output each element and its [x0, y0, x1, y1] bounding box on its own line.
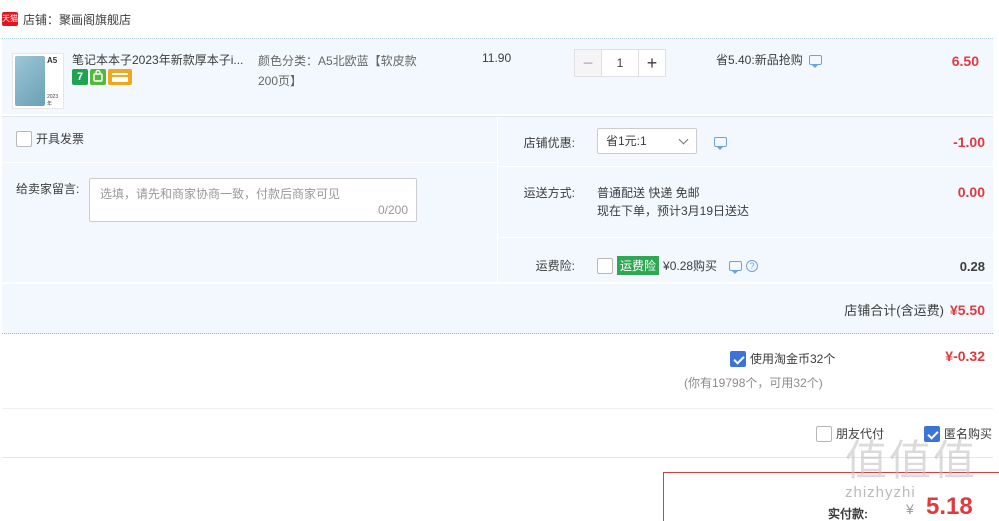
memo-placeholder: 选填，请先和商家协商一致，付款后商家可见 — [100, 187, 341, 201]
shop-header: 天猫 店铺：聚画阁旗舰店 — [0, 0, 999, 38]
tmall-badge-icon: 天猫 — [2, 12, 18, 26]
unit-price: 11.90 — [482, 51, 512, 65]
product-sku: 颜色分类：A5北欧蓝【软皮款200页】 — [258, 54, 417, 88]
quantity-stepper: − 1 + — [574, 49, 666, 77]
insurance-checkbox[interactable] — [597, 257, 613, 274]
memo-char-count: 0/200 — [377, 203, 408, 217]
divider — [2, 162, 496, 163]
product-title-link[interactable]: 笔记本本子2023年新款厚本子i... — [72, 51, 252, 68]
currency-symbol: ¥ — [906, 501, 914, 517]
shop-total-value: ¥5.50 — [949, 302, 985, 318]
invoice-label: 开具发票 — [36, 132, 85, 146]
message-icon[interactable] — [729, 260, 743, 274]
shop-total-row: 店铺合计(含运费) ¥5.50 — [2, 284, 993, 334]
increase-quantity-button[interactable]: + — [638, 49, 666, 77]
payment-label: 实付款: — [828, 507, 868, 521]
shipping-eta: 现在下单，预计3月19日送达 — [597, 204, 750, 218]
guarantee-icon[interactable] — [90, 69, 106, 85]
discount-select[interactable]: 省1元:1 — [597, 128, 697, 154]
shipping-fee: 0.00 — [957, 184, 985, 200]
friend-pay-option[interactable]: 朋友代付 — [816, 425, 884, 442]
friend-pay-checkbox[interactable] — [816, 425, 832, 442]
anonymous-purchase-option[interactable]: 匿名购买 — [924, 425, 992, 442]
payment-options-row: 朋友代付 匿名购买 — [2, 410, 993, 458]
coin-checkbox[interactable] — [730, 350, 746, 367]
order-extras-panel: 开具发票 给卖家留言: 选填，请先和商家协商一致，付款后商家可见 0/200 店… — [2, 116, 993, 283]
chevron-down-icon — [678, 134, 689, 145]
anonymous-checkbox[interactable] — [924, 425, 940, 442]
coin-discount-value: ¥-0.32 — [945, 348, 985, 364]
item-promotion: 省5.40:新品抢购 — [716, 51, 822, 68]
shop-name-link[interactable]: 店铺：聚画阁旗舰店 — [23, 11, 131, 28]
shipping-method: 普通配送 快递 免邮 — [597, 186, 700, 200]
message-icon[interactable] — [714, 137, 727, 150]
anonymous-label: 匿名购买 — [944, 427, 993, 441]
shipping-info: 普通配送 快递 免邮 现在下单，预计3月19日送达 — [597, 184, 749, 220]
shipping-row: 运送方式: 普通配送 快递 免邮 现在下单，预计3月19日送达 0.00 — [498, 168, 993, 238]
payment-total: 5.18 — [926, 493, 973, 520]
invoice-checkbox[interactable] — [16, 130, 32, 147]
promotion-label: 省5.40:新品抢购 — [716, 53, 803, 67]
taobao-coin-row: 使用淘金币32个 (你有19798个，可用32个) ¥-0.32 — [2, 334, 993, 409]
invoice-option[interactable]: 开具发票 — [16, 130, 84, 147]
item-subtotal: 6.50 — [951, 53, 979, 69]
order-item-row: A5 2023年 笔记本本子2023年新款厚本子i... 7 颜色分类：A5北欧… — [2, 38, 993, 114]
extras-right: 店铺优惠: 省1元:1 -1.00 运送方式: 普通配送 快递 免邮 现在下单，… — [498, 117, 993, 283]
insurance-tag: 运费险 — [617, 256, 660, 275]
seller-memo-textarea[interactable]: 选填，请先和商家协商一致，付款后商家可见 0/200 — [89, 178, 417, 222]
coin-label: 使用淘金币32个 — [750, 352, 836, 366]
seven-day-return-icon[interactable]: 7 — [72, 69, 88, 85]
shipping-label: 运送方式: — [523, 186, 575, 200]
thumbnail-year-label: 2023年 — [47, 94, 59, 107]
payment-summary-box: 实付款: ¥ 5.18 — [663, 472, 999, 521]
shop-total-label: 店铺合计(含运费) — [844, 303, 944, 318]
insurance-label: 运费险: — [535, 259, 575, 273]
decrease-quantity-button[interactable]: − — [574, 49, 602, 77]
extras-left: 开具发票 给卖家留言: 选填，请先和商家协商一致，付款后商家可见 0/200 — [2, 117, 496, 283]
message-icon[interactable] — [808, 54, 822, 68]
coin-balance: (你有19798个，可用32个) — [684, 376, 823, 390]
discount-label: 店铺优惠: — [523, 136, 575, 150]
product-thumbnail[interactable]: A5 2023年 — [12, 53, 64, 109]
friend-pay-label: 朋友代付 — [836, 427, 885, 441]
insurance-option: 运费险 ¥0.28购买 ? — [597, 256, 759, 275]
discount-value: -1.00 — [953, 134, 985, 150]
quantity-input[interactable]: 1 — [602, 49, 638, 77]
discount-selected-value: 省1元:1 — [606, 134, 647, 148]
memo-label: 给卖家留言: — [16, 182, 80, 196]
card-icon[interactable] — [108, 69, 132, 85]
insurance-price: ¥0.28购买 — [663, 259, 718, 273]
shop-total: 店铺合计(含运费) ¥5.50 — [844, 300, 985, 319]
notebook-image — [15, 56, 45, 106]
insurance-row: 运费险: 运费险 ¥0.28购买 ? 0.28 — [498, 239, 993, 283]
help-icon[interactable]: ? — [746, 259, 759, 272]
thumbnail-size-label: A5 — [47, 56, 58, 65]
coin-option[interactable]: 使用淘金币32个 — [730, 350, 835, 367]
shop-discount-row: 店铺优惠: 省1元:1 -1.00 — [498, 117, 993, 167]
insurance-value: 0.28 — [959, 259, 985, 274]
service-icons: 7 — [72, 69, 132, 85]
